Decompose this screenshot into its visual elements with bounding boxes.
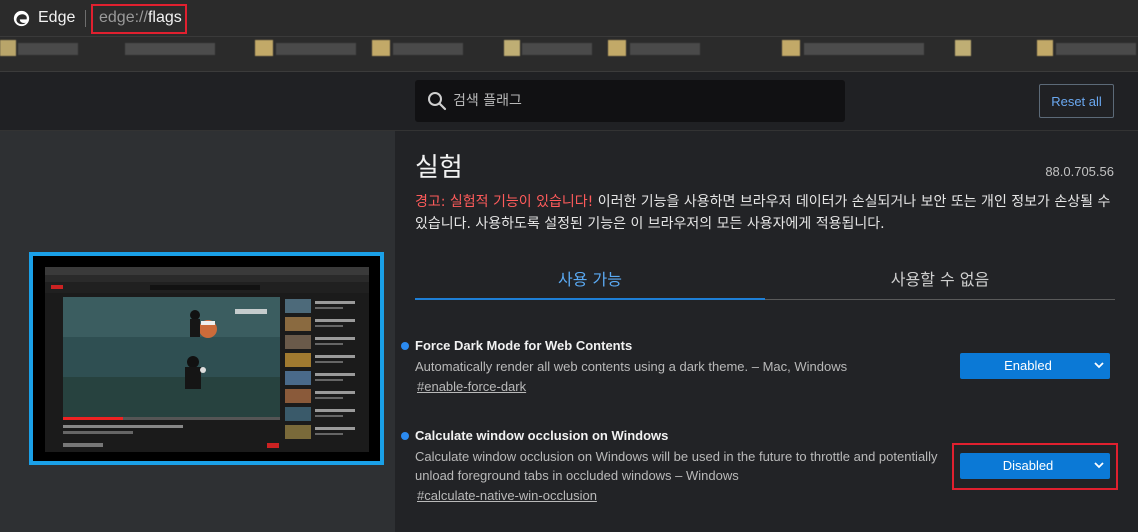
flag-title: Calculate window occlusion on Windows: [415, 428, 669, 443]
reset-all-button[interactable]: Reset all: [1039, 84, 1114, 118]
favorite-item[interactable]: [276, 43, 356, 55]
preview-screenshot: [45, 267, 369, 452]
edge-logo-icon: [13, 10, 30, 27]
search-box: [415, 80, 845, 122]
divider: [85, 10, 86, 27]
warning-text: 경고: 실험적 기능이 있습니다! 이러한 기능을 사용하면 브라우저 데이터가…: [415, 191, 1117, 235]
warning-lead: 경고: 실험적 기능이 있습니다!: [415, 194, 594, 210]
flag-dot-icon: [401, 432, 409, 440]
tab-active-indicator: [415, 298, 765, 300]
address-bar: Edge edge://flags: [0, 0, 1138, 37]
favorite-item[interactable]: [125, 43, 215, 55]
flag-description: Automatically render all web contents us…: [415, 359, 848, 374]
flag-link[interactable]: #calculate-native-win-occlusion: [417, 488, 597, 503]
url-scheme: edge://: [99, 9, 148, 26]
app-name: Edge: [38, 9, 76, 26]
flag-title: Force Dark Mode for Web Contents: [415, 338, 633, 353]
favorite-item[interactable]: [1056, 43, 1136, 55]
preview-frame: [29, 252, 384, 465]
tab-unavailable[interactable]: 사용할 수 없음: [765, 266, 1115, 290]
flag-dot-icon: [401, 342, 409, 350]
url-host: flags: [147, 9, 182, 26]
favorite-item[interactable]: [0, 40, 16, 56]
favorite-item[interactable]: [1037, 40, 1053, 56]
favorites-bar: [0, 37, 1138, 72]
url-field[interactable]: edge://flags: [99, 9, 182, 27]
favorite-item[interactable]: [630, 43, 700, 55]
favorite-item[interactable]: [782, 40, 800, 56]
page-title: 실험: [415, 153, 463, 183]
flag-link[interactable]: #enable-force-dark: [417, 379, 526, 394]
favorite-item[interactable]: [955, 40, 971, 56]
search-input[interactable]: [453, 80, 833, 122]
flag-select[interactable]: Enabled: [960, 353, 1110, 379]
favorite-item[interactable]: [804, 43, 924, 55]
favorite-item[interactable]: [522, 43, 592, 55]
favorite-item[interactable]: [255, 40, 273, 56]
favorite-item[interactable]: [18, 43, 78, 55]
flag-description: Calculate window occlusion on Windows wi…: [415, 449, 938, 483]
search-icon: [428, 92, 447, 111]
selection-highlight-box: [952, 443, 1118, 490]
version-label: 88.0.705.56: [1045, 164, 1114, 179]
chevron-down-icon: [1094, 362, 1104, 369]
flag-select-value: Enabled: [1004, 358, 1052, 373]
favorite-item[interactable]: [608, 40, 626, 56]
video-page-thumbnail-icon: [45, 267, 369, 448]
tab-available[interactable]: 사용 가능: [415, 266, 765, 290]
favorite-item[interactable]: [372, 40, 390, 56]
favorite-item[interactable]: [393, 43, 463, 55]
favorite-item[interactable]: [504, 40, 520, 56]
